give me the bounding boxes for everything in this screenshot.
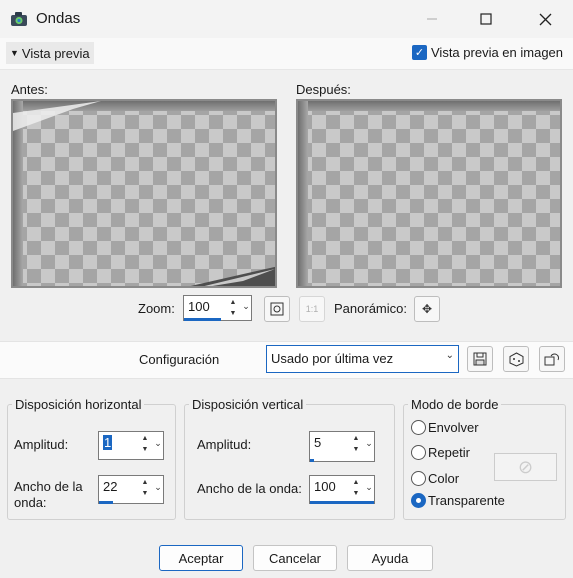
v-amplitude-fill-bar [310,459,314,462]
zoom-fill-bar [184,318,221,321]
spin-arrows-icon[interactable]: ▲ ▼ [350,477,362,499]
chevron-down-icon[interactable]: ⌄ [240,301,252,312]
zoom-value: 100 [188,299,210,314]
chevron-down-icon[interactable]: ⌄ [152,438,164,449]
reset-icon [544,353,559,365]
border-mode-title: Modo de borde [408,397,502,412]
preview-toggle[interactable]: ▼ Vista previa [6,42,94,64]
before-preview[interactable] [11,99,277,288]
radio-repeat-label: Repetir [428,445,470,460]
radio-transparent-label: Transparente [428,493,505,508]
preview-in-image-label: Vista previa en imagen [431,45,564,60]
radio-color-label: Color [428,471,460,486]
preview-in-image-checkbox[interactable]: ✓ Vista previa en imagen [412,45,563,60]
zoom-spinbox[interactable]: 100 ▲ ▼ ⌄ [183,295,252,321]
window-title: Ondas [36,10,81,27]
ok-button[interactable]: Aceptar [159,545,243,571]
dice-icon [509,351,523,367]
h-amplitude-spinbox[interactable]: 1 ▲ ▼ ⌄ [98,431,164,460]
maximize-icon [480,13,492,25]
h-amplitude-label: Amplitud: [14,437,69,452]
v-wavelength-label: Ancho de la onda: [197,481,302,496]
close-button[interactable] [522,0,568,38]
radio-transparent[interactable] [411,493,426,508]
h-wavelength-value: 22 [103,479,118,494]
reset-button[interactable] [539,346,565,372]
zoom-1to1-button[interactable]: 1:1 [299,296,325,322]
h-wavelength-spinbox[interactable]: 22 ▲ ▼ ⌄ [98,475,164,504]
spin-arrows-icon[interactable]: ▲ ▼ [139,433,151,455]
zoom-label: Zoom: [138,301,175,316]
chevron-down-icon[interactable]: ⌄ [363,438,375,449]
before-label: Antes: [11,82,48,97]
spin-arrows-icon[interactable]: ▲ ▼ [227,297,239,319]
radio-wrap-label: Envolver [428,420,479,435]
v-wavelength-fill-bar [310,501,374,504]
radio-color[interactable] [411,471,426,486]
border-color-swatch[interactable]: ⊘ [494,453,557,481]
h-wavelength-label-1: Ancho de la [14,479,83,494]
wave-overlay [13,101,275,286]
no-color-icon: ⊘ [517,456,534,477]
horizontal-group-title: Disposición horizontal [12,397,145,412]
configuration-select[interactable]: Usado por última vez ⌄ [266,345,459,373]
after-label: Después: [296,82,351,97]
h-wavelength-label-2: onda: [14,495,47,510]
panoramic-label: Panorámico: [334,301,407,316]
save-preset-button[interactable] [467,346,493,372]
chevron-down-icon[interactable]: ⌄ [363,482,375,493]
chevron-down-icon: ⌄ [445,350,454,361]
move-icon: ✥ [421,302,433,316]
v-amplitude-value: 5 [314,435,322,450]
spin-arrows-icon[interactable]: ▲ ▼ [350,433,362,455]
v-wavelength-spinbox[interactable]: 100 ▲ ▼ ⌄ [309,475,375,504]
after-preview[interactable] [296,99,562,288]
zoom-fit-button[interactable] [264,296,290,322]
configuration-label: Configuración [139,352,220,367]
randomize-button[interactable] [503,346,529,372]
radio-repeat[interactable] [411,445,426,460]
app-camera-icon [11,12,27,26]
checkmark-icon: ✓ [412,45,427,60]
panoramic-button[interactable]: ✥ [414,296,440,322]
v-wavelength-value: 100 [314,479,336,494]
spin-arrows-icon[interactable]: ▲ ▼ [139,477,151,499]
caret-down-icon: ▼ [10,48,19,58]
close-icon [539,13,551,25]
minimize-button[interactable] [409,0,455,38]
minimize-icon [427,18,437,20]
fit-view-icon [270,302,284,316]
cancel-button[interactable]: Cancelar [253,545,337,571]
radio-wrap[interactable] [411,420,426,435]
help-button[interactable]: Ayuda [347,545,433,571]
vertical-group-title: Disposición vertical [189,397,307,412]
v-amplitude-label: Amplitud: [197,437,252,452]
h-wavelength-fill-bar [99,501,113,504]
h-amplitude-value: 1 [103,435,113,450]
configuration-selected: Usado por última vez [271,351,394,366]
save-icon [473,352,487,366]
v-amplitude-spinbox[interactable]: 5 ▲ ▼ ⌄ [309,431,375,462]
preview-toggle-label: Vista previa [21,45,90,61]
maximize-button[interactable] [463,0,509,38]
chevron-down-icon[interactable]: ⌄ [152,482,164,493]
